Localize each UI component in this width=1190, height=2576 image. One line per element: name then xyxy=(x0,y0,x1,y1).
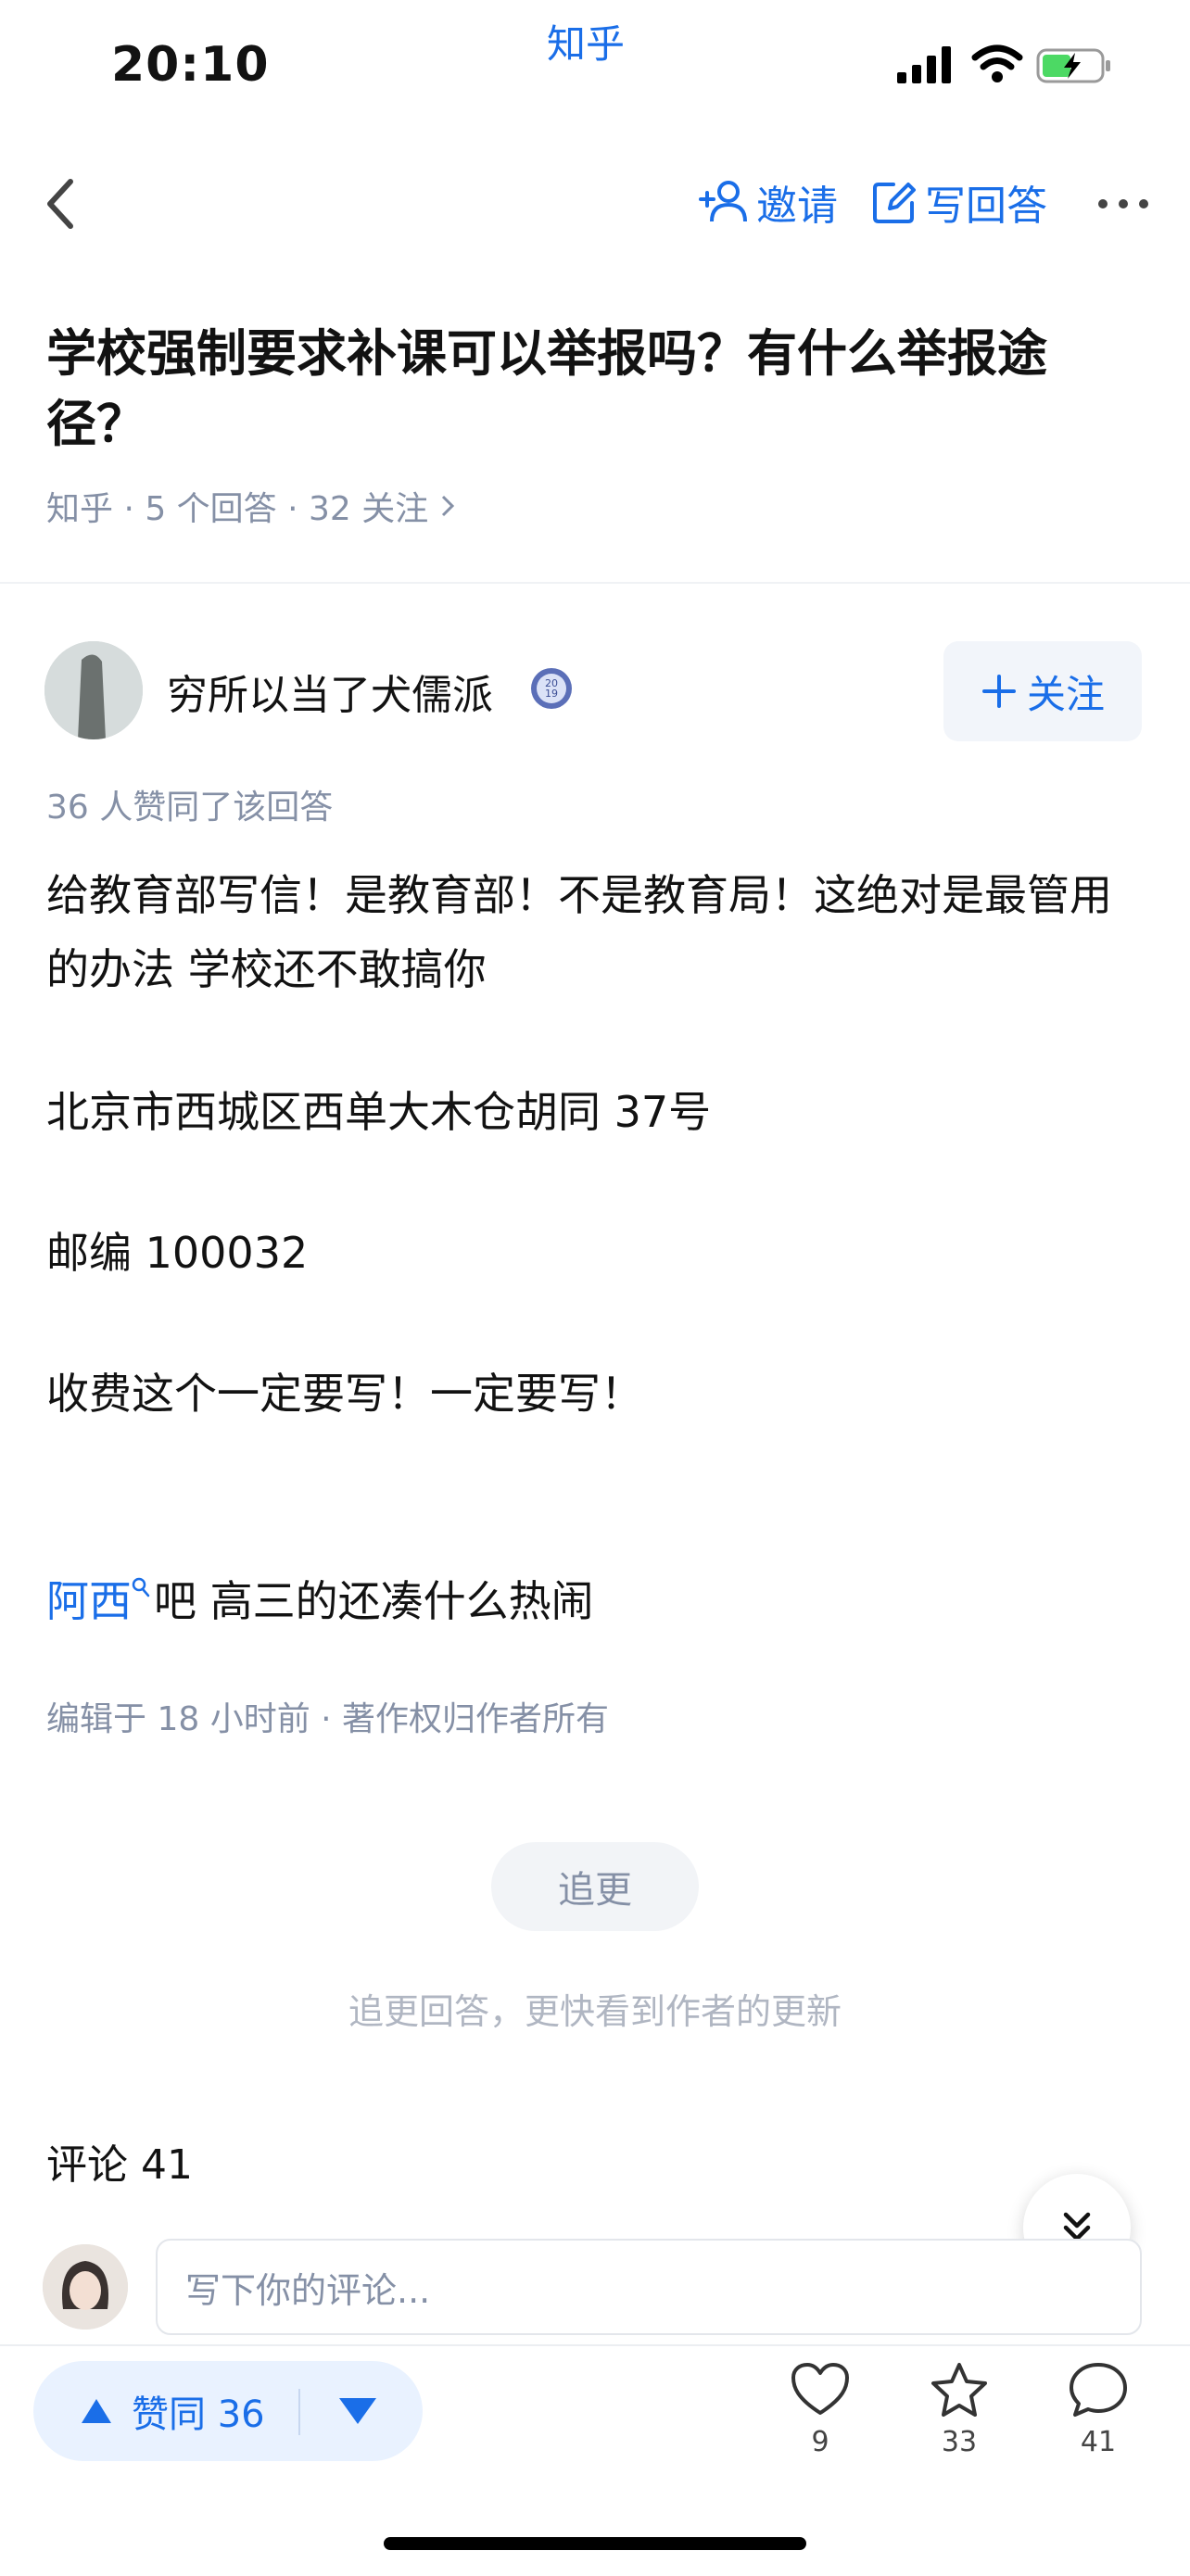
follow-button[interactable]: 关注 xyxy=(943,641,1142,741)
svg-text:19: 19 xyxy=(545,688,558,700)
favorite-count: 33 xyxy=(941,2426,978,2458)
home-indicator[interactable] xyxy=(384,2537,806,2550)
plus-icon xyxy=(981,675,1016,708)
downvote-triangle-icon[interactable] xyxy=(337,2394,378,2428)
question-meta-text: 知乎 · 5 个回答 · 32 关注 xyxy=(46,490,429,528)
status-time: 20:10 xyxy=(111,37,270,93)
answer-paragraph-last: 阿西 吧 高三的还凑什么热闹 xyxy=(46,1564,1140,1638)
comments-title: 评论 41 xyxy=(46,2141,193,2189)
heart-icon xyxy=(791,2363,849,2415)
answer-paragraph: 给教育部写信！是教育部！不是教育局！这绝对是最管用的办法 学校还不敢搞你 xyxy=(46,870,1112,994)
wifi-icon xyxy=(971,44,1023,82)
search-link[interactable]: 阿西 xyxy=(46,1564,132,1638)
comment-count: 41 xyxy=(1080,2426,1117,2458)
author-name[interactable]: 穷所以当了犬儒派 xyxy=(167,662,493,721)
write-answer-button[interactable]: 写回答 xyxy=(871,172,1047,232)
status-app-name: 知乎 xyxy=(547,21,626,67)
follow-updates-button[interactable]: 追更 xyxy=(491,1842,699,1931)
invite-label: 邀请 xyxy=(756,183,838,230)
upvote-count-note[interactable]: 36 人赞同了该回答 xyxy=(46,780,333,828)
upvote-label: 赞同 36 xyxy=(132,2393,265,2436)
back-arrow-icon[interactable] xyxy=(43,176,80,232)
answer-text: 吧 高三的还凑什么热闹 xyxy=(154,1576,594,1626)
edit-meta: 编辑于 18 小时前 · 著作权归作者所有 xyxy=(46,1700,610,1738)
comment-bubble-icon xyxy=(1070,2363,1127,2417)
chevron-right-icon xyxy=(442,495,455,517)
vote-divider xyxy=(298,2389,300,2435)
answer-paragraph: 收费这个一定要写！一定要写！ xyxy=(46,1369,643,1419)
add-person-icon xyxy=(699,181,747,222)
question-title[interactable]: 学校强制要求补课可以举报吗？有什么举报途径？ xyxy=(46,319,1140,460)
user-avatar-image xyxy=(43,2244,128,2330)
section-divider xyxy=(0,582,1190,584)
more-options-icon[interactable] xyxy=(1095,185,1151,222)
like-count: 9 xyxy=(811,2426,829,2458)
author-avatar[interactable] xyxy=(44,641,143,739)
question-meta[interactable]: 知乎 · 5 个回答 · 32 关注 xyxy=(46,482,456,530)
edit-icon xyxy=(873,183,916,223)
author-avatar-image xyxy=(44,641,143,739)
battery-charging-icon xyxy=(1036,48,1110,83)
cellular-signal-icon xyxy=(897,46,951,83)
follow-updates-hint: 追更回答，更快看到作者的更新 xyxy=(348,1991,842,2032)
comment-input[interactable]: 写下你的评论... xyxy=(156,2239,1142,2335)
upvote-button[interactable]: 赞同 36 xyxy=(80,2378,265,2444)
invite-button[interactable]: 邀请 xyxy=(699,172,838,232)
search-icon xyxy=(132,1577,150,1597)
comment-button[interactable]: 41 xyxy=(1047,2361,1149,2458)
write-answer-label: 写回答 xyxy=(925,183,1047,230)
follow-label: 关注 xyxy=(1026,671,1105,717)
comment-input-placeholder: 写下你的评论... xyxy=(185,2269,431,2311)
year-badge-icon: 20 19 xyxy=(531,668,572,709)
answer-paragraph: 邮编 100032 xyxy=(46,1228,309,1278)
answer-paragraph: 北京市西城区西单大木仓胡同 37号 xyxy=(46,1087,712,1137)
like-button[interactable]: 9 xyxy=(769,2361,871,2458)
favorite-button[interactable]: 33 xyxy=(908,2361,1010,2458)
user-avatar[interactable] xyxy=(43,2244,128,2330)
upvote-triangle-icon xyxy=(82,2399,111,2423)
star-icon xyxy=(931,2363,987,2417)
